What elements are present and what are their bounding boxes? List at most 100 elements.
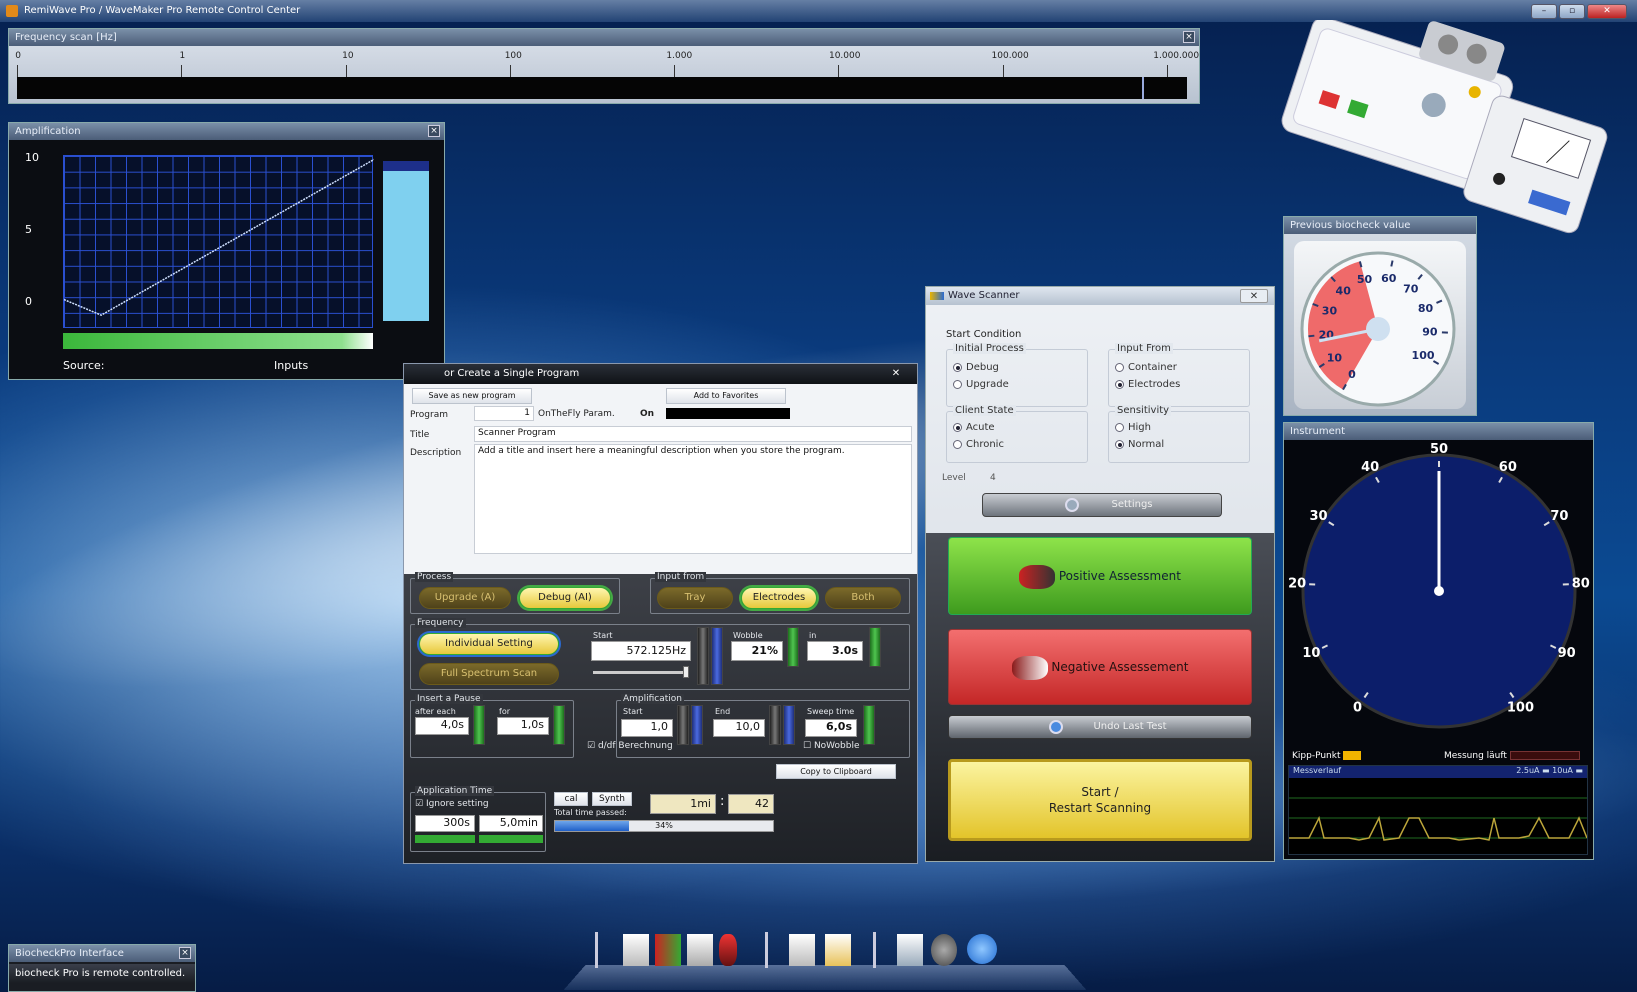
close-button[interactable]: ✕ [1587,4,1627,19]
radio-dot[interactable] [953,423,962,432]
both-button[interactable]: Both [825,587,901,609]
radio-dot[interactable] [1115,423,1124,432]
for-label: for [499,707,510,716]
radio-dot[interactable] [1115,363,1124,372]
sweep-time-stepper[interactable] [863,705,875,745]
level-value: 4 [990,473,996,483]
radio-normal[interactable]: Normal [1115,439,1249,450]
instrument-title: Instrument [1284,423,1593,440]
electrodes-button[interactable]: Electrodes [741,587,817,609]
radio-dot[interactable] [953,380,962,389]
file-icon[interactable] [789,934,815,966]
close-icon[interactable]: × [1183,31,1195,43]
bottle-icon[interactable] [719,934,737,966]
electrodes-label: Electrodes [1128,379,1180,390]
add-to-favorites-button[interactable]: Add to Favorites [666,388,786,404]
freq-up-button[interactable] [711,627,723,685]
description-field[interactable]: Add a title and insert here a meaningful… [474,444,912,554]
frequency-scan-bar[interactable] [17,77,1187,99]
wobble-stepper[interactable] [787,627,799,667]
amp-start-up[interactable] [691,705,703,745]
wave-scanner-window: Wave Scanner ✕ Start Condition Initial P… [925,286,1275,862]
pages-icon[interactable] [687,934,713,966]
cal-button[interactable]: cal [554,792,588,806]
full-spectrum-scan-button[interactable]: Full Spectrum Scan [419,663,559,685]
input-from-group: Input From Container Electrodes [1108,349,1250,407]
amp-start-down[interactable] [677,705,689,745]
amp-end-down[interactable] [769,705,781,745]
radio-dot[interactable] [1115,440,1124,449]
gauge-hub [1434,586,1444,596]
assessment-area: Positive Assessment Negative Assessement… [926,533,1274,861]
freq-start-field[interactable]: 572.125Hz [591,641,691,661]
radio-dot[interactable] [1115,380,1124,389]
amp-start-field[interactable]: 1,0 [621,719,673,737]
close-icon[interactable]: × [428,125,440,137]
individual-setting-button[interactable]: Individual Setting [419,633,559,655]
nowobble-checkbox[interactable]: ☐ NoWobble [803,741,860,751]
start-scanning-button[interactable]: Start / Restart Scanning [948,759,1252,841]
radio-upgrade[interactable]: Upgrade [953,379,1087,390]
gauge-tick-label: 70 [1403,283,1419,296]
start-label-line1: Start / [951,784,1249,800]
level-label: Level [942,473,966,483]
radio-acute[interactable]: Acute [953,422,1087,433]
single-program-window: or Create a Single Program ✕ Save as new… [403,363,918,864]
frequency-marker[interactable] [1142,77,1144,99]
radio-dot[interactable] [953,363,962,372]
gauge-tick-label: 70 [1550,509,1568,524]
save-new-program-button[interactable]: Save as new program [412,388,532,404]
client-state-group: Client State Acute Chronic [946,411,1088,463]
positive-assessment-button[interactable]: Positive Assessment [948,537,1252,615]
amplification-series-line [64,159,374,315]
radio-dot[interactable] [953,440,962,449]
maximize-button[interactable]: ▫ [1559,4,1585,19]
undo-last-test-button[interactable]: Undo Last Test [948,715,1252,739]
after-each-stepper[interactable] [473,705,485,745]
in-field[interactable]: 3.0s [807,641,863,661]
for-stepper[interactable] [553,705,565,745]
close-icon[interactable]: ✕ [1240,289,1268,303]
time-seconds-field[interactable]: 300s [415,815,475,832]
time-minutes-field[interactable]: 5,0min [479,815,543,832]
wave-icon[interactable] [655,934,681,966]
minimize-button[interactable]: – [1531,4,1557,19]
sweep-time-field[interactable]: 6,0s [805,719,857,737]
upgrade-ai-button[interactable]: Upgrade (A) [419,587,511,609]
tray-button[interactable]: Tray [657,587,733,609]
ignore-setting-checkbox[interactable]: ☑ Ignore setting [415,799,489,809]
calendar-icon[interactable] [897,934,923,966]
ddf-checkbox[interactable]: ☑ d/df Berechnung [587,741,673,751]
for-field[interactable]: 1,0s [497,717,549,735]
close-icon[interactable]: × [179,947,191,959]
initial-process-label: Initial Process [953,343,1026,354]
close-icon[interactable]: ✕ [881,366,911,381]
frequency-tick-label: 10.000 [829,51,861,61]
application-time-group: Application Time ☑ Ignore setting 300s 5… [410,792,546,852]
debug-ai-button[interactable]: Debug (AI) [519,587,611,609]
power-icon[interactable] [967,934,997,964]
radio-high[interactable]: High [1115,422,1249,433]
radio-electrodes[interactable]: Electrodes [1115,379,1249,390]
radio-debug[interactable]: Debug [953,362,1087,373]
in-stepper[interactable] [869,627,881,667]
wobble-field[interactable]: 21% [731,641,783,661]
radio-chronic[interactable]: Chronic [953,439,1087,450]
program-number-field[interactable]: 1 [474,406,534,421]
settings-button[interactable]: Settings [982,493,1222,517]
freq-down-button[interactable] [697,627,709,685]
amp-end-up[interactable] [783,705,795,745]
amp-end-field[interactable]: 10,0 [713,719,765,737]
freq-slider-thumb[interactable] [683,666,689,678]
title-field[interactable]: Scanner Program [474,426,912,442]
radio-container[interactable]: Container [1115,362,1249,373]
waveform-icon [1019,565,1055,589]
document-icon[interactable] [623,934,649,966]
after-each-field[interactable]: 4,0s [415,717,469,735]
freq-slider-track[interactable] [593,671,689,674]
copy-to-clipboard-button[interactable]: Copy to Clipboard [776,764,896,779]
negative-assessment-button[interactable]: Negative Assessement [948,629,1252,705]
synth-button[interactable]: Synth [592,792,632,806]
clipboard-icon[interactable] [825,934,851,966]
settings-gear-icon[interactable] [931,934,957,966]
